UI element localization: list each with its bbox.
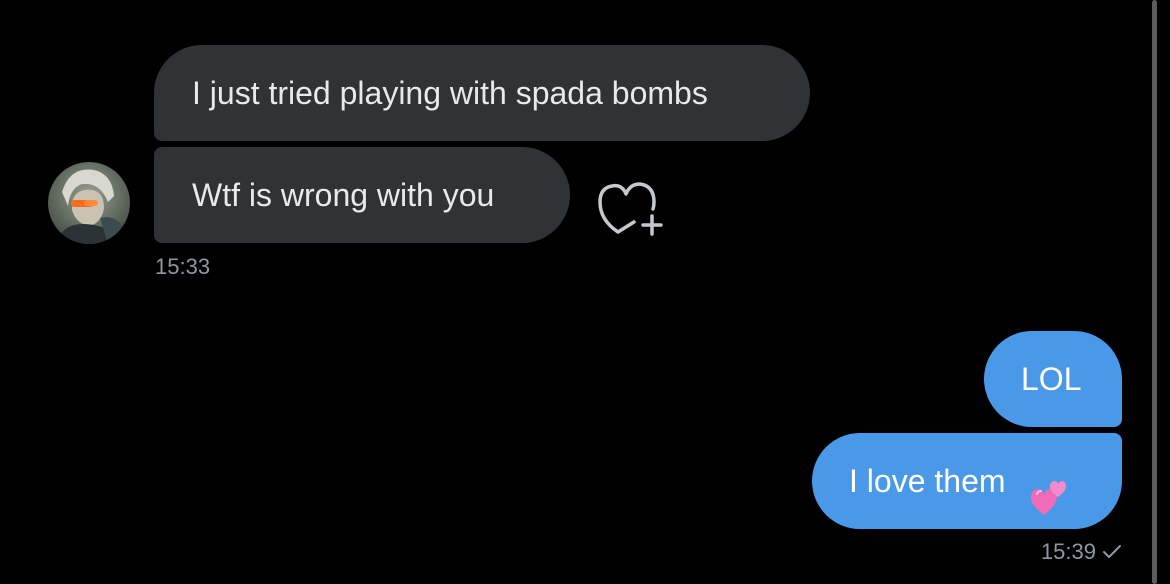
two-hearts-emoji: [1028, 460, 1068, 515]
message-text: Wtf is wrong with you: [192, 177, 495, 213]
message-text: I love them: [849, 463, 1006, 499]
message-text: I just tried playing with spada bombs: [192, 75, 708, 111]
heart-plus-icon: [598, 182, 663, 236]
message-timestamp-row: 15:39: [1041, 539, 1122, 566]
avatar[interactable]: [48, 162, 130, 244]
message-timestamp: 15:33: [155, 254, 211, 279]
add-reaction-button[interactable]: [596, 176, 666, 238]
checkmark-icon: [1102, 540, 1122, 566]
scrollbar[interactable]: [1152, 0, 1157, 584]
outgoing-message-bubble[interactable]: LOL: [984, 331, 1122, 427]
message-text: LOL: [1021, 361, 1082, 397]
outgoing-message-bubble[interactable]: I love them: [812, 433, 1122, 529]
incoming-message-bubble[interactable]: Wtf is wrong with you: [154, 147, 570, 243]
incoming-message-bubble[interactable]: I just tried playing with spada bombs: [154, 45, 810, 141]
message-timestamp: 15:39: [1040, 539, 1096, 564]
